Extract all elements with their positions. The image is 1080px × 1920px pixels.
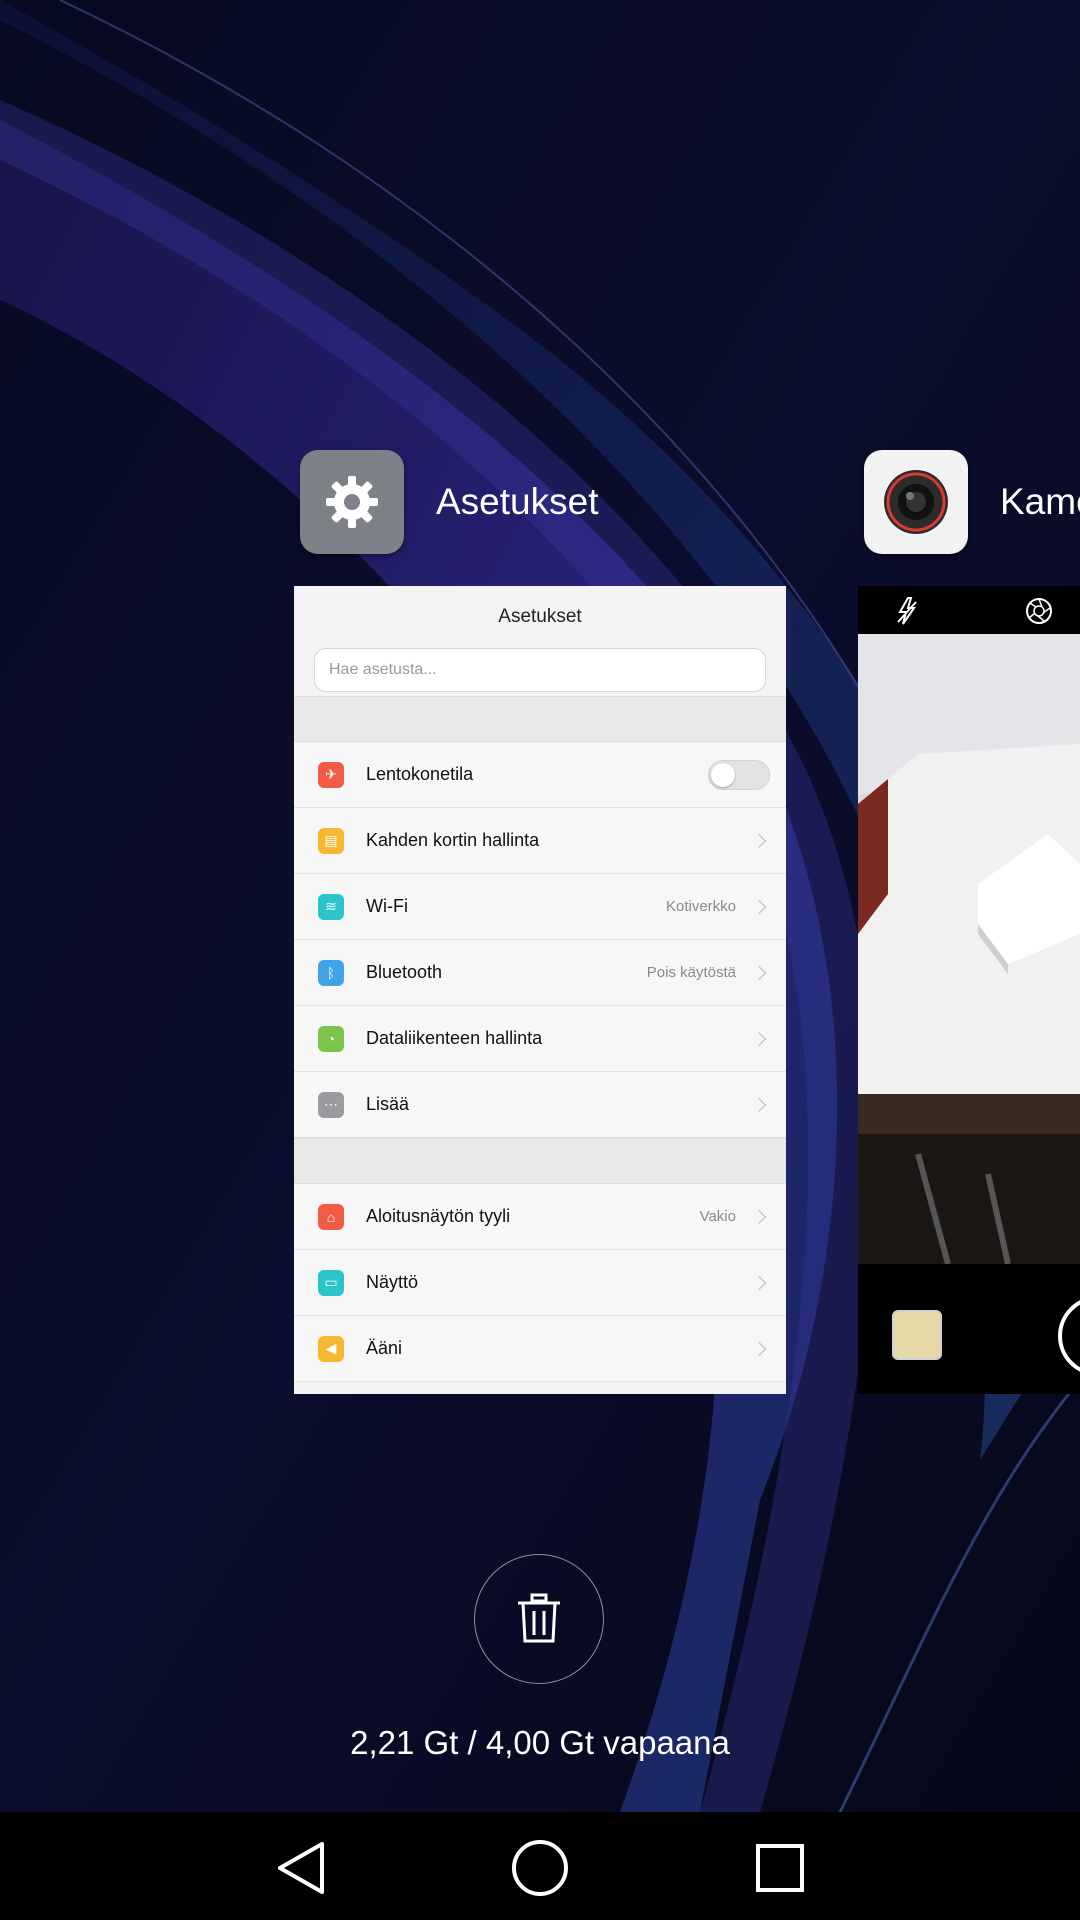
settings-search-wrap: Hae asetusta... — [294, 648, 786, 696]
back-button[interactable] — [268, 1836, 332, 1900]
chevron-right-icon — [751, 1275, 767, 1290]
settings-preview-card[interactable]: Asetukset Hae asetusta... ✈ Lentokonetil… — [294, 586, 786, 1394]
settings-search-input[interactable]: Hae asetusta... — [314, 648, 766, 692]
settings-row-label: Näyttö — [366, 1272, 419, 1292]
settings-row-dual-sim[interactable]: ▤ Kahden kortin hallinta — [294, 808, 786, 874]
section-divider — [294, 1138, 786, 1184]
trash-icon — [518, 1593, 560, 1643]
settings-row-label: Dataliikenteen hallinta — [366, 1028, 543, 1048]
recents-button[interactable] — [748, 1836, 812, 1900]
memory-status-text: 2,21 Gt / 4,00 Gt vapaana — [350, 1724, 730, 1761]
wifi-icon: ≋ — [318, 893, 344, 920]
back-icon — [278, 1842, 324, 1894]
settings-row-airplane[interactable]: ✈ Lentokonetila — [294, 742, 786, 808]
chevron-right-icon — [751, 1097, 767, 1112]
app-title-settings: Asetukset — [436, 481, 599, 522]
aperture-icon[interactable] — [1024, 596, 1054, 626]
chevron-right-icon — [751, 833, 767, 848]
home-icon: ⌂ — [318, 1203, 344, 1230]
airplane-toggle[interactable] — [708, 759, 770, 790]
settings-gear-icon — [300, 450, 404, 554]
section-divider — [294, 696, 786, 742]
settings-row-bluetooth[interactable]: ᛒ Bluetooth Pois käytöstä — [294, 940, 786, 1006]
app-title-camera: Kame — [1000, 481, 1080, 522]
chevron-right-icon — [751, 965, 767, 980]
navigation-bar — [0, 1812, 1080, 1920]
chevron-right-icon — [751, 1341, 767, 1356]
chevron-right-icon — [751, 1209, 767, 1224]
airplane-icon: ✈ — [318, 761, 344, 788]
more-icon: ⋯ — [318, 1091, 344, 1118]
settings-row-home-style[interactable]: ⌂ Aloitusnäytön tyyli Vakio — [294, 1184, 786, 1250]
settings-row-label: Bluetooth — [366, 962, 443, 982]
recents-screen: Asetukset Kame Asetukset Hae asetusta...… — [0, 0, 1080, 1920]
settings-row-label: Lentokonetila — [366, 764, 474, 784]
chevron-right-icon — [751, 1031, 767, 1046]
settings-row-wifi[interactable]: ≋ Wi-Fi Kotiverkko — [294, 874, 786, 940]
sound-icon: ◀ — [318, 1335, 344, 1362]
home-button[interactable] — [508, 1836, 572, 1900]
settings-row-label: Kahden kortin hallinta — [366, 830, 540, 850]
camera-viewfinder — [858, 634, 1080, 1264]
shutter-button[interactable] — [1058, 1296, 1080, 1376]
home-circle-icon — [512, 1840, 568, 1896]
settings-row-label: Aloitusnäytön tyyli — [366, 1206, 511, 1226]
clear-all-button[interactable] — [474, 1554, 604, 1684]
chevron-right-icon — [751, 899, 767, 914]
settings-row-value: Kotiverkko — [665, 898, 736, 915]
settings-row-display[interactable]: ▭ Näyttö — [294, 1250, 786, 1316]
camera-preview-card[interactable] — [858, 586, 1080, 1394]
settings-row-value: Vakio — [699, 1208, 736, 1225]
gallery-thumbnail[interactable] — [892, 1310, 942, 1360]
settings-row-label: Lisää — [366, 1094, 410, 1114]
settings-row-value: Pois käytöstä — [646, 964, 736, 981]
settings-row-data-usage[interactable]: ◔ Dataliikenteen hallinta — [294, 1006, 786, 1072]
app-header-camera[interactable]: Kame — [864, 450, 1080, 554]
data-usage-icon: ◔ — [318, 1025, 344, 1052]
bluetooth-icon: ᛒ — [318, 959, 344, 986]
settings-row-label: Ääni — [366, 1338, 403, 1358]
camera-top-bar — [858, 586, 1080, 634]
display-icon: ▭ — [318, 1269, 344, 1296]
sim-card-icon: ▤ — [318, 827, 344, 854]
camera-lens-icon — [864, 450, 968, 554]
settings-row-sound[interactable]: ◀ Ääni — [294, 1316, 786, 1382]
settings-row-more[interactable]: ⋯ Lisää — [294, 1072, 786, 1138]
flash-off-icon[interactable] — [894, 596, 920, 626]
recents-square-icon — [756, 1844, 804, 1892]
settings-row-label: Wi-Fi — [366, 896, 408, 916]
app-header-settings[interactable]: Asetukset — [300, 450, 598, 554]
